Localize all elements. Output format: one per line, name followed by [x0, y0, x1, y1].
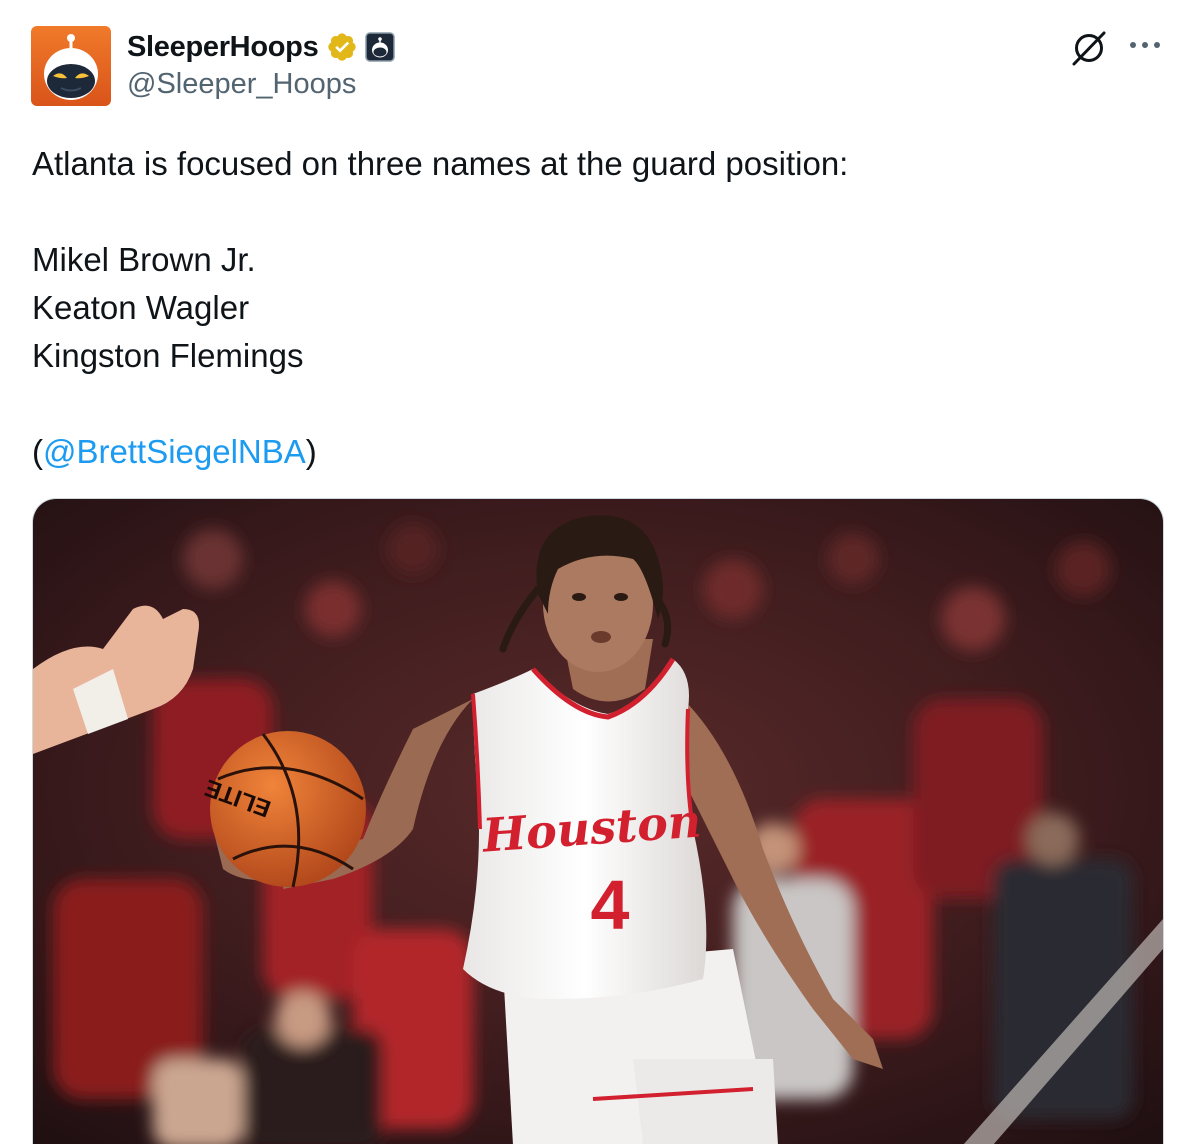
- tweet-text: Atlanta is focused on three names at the…: [32, 140, 1152, 476]
- author-display-name[interactable]: SleeperHoops: [127, 31, 319, 64]
- tweet-card[interactable]: SleeperHoops @Sleeper_Hoops Atlanta is f…: [0, 0, 1188, 1144]
- tweet-line-name-3: Kingston Flemings: [32, 337, 304, 374]
- tweet-line-name-1: Mikel Brown Jr.: [32, 241, 256, 278]
- tweet-line-name-2: Keaton Wagler: [32, 289, 250, 326]
- sleeper-affiliate-badge-icon[interactable]: [365, 32, 396, 62]
- jersey-number: 4: [591, 866, 630, 944]
- avatar[interactable]: [31, 26, 111, 106]
- tweet-media-photo[interactable]: Houston 4 ELITE: [32, 498, 1164, 1144]
- tweet-line-source: (@BrettSiegelNBA): [32, 428, 1152, 476]
- basketball-player-photo: Houston 4 ELITE: [33, 499, 1163, 1144]
- grok-icon[interactable]: [1069, 28, 1109, 68]
- author-name-row: SleeperHoops: [127, 28, 396, 66]
- more-options-icon[interactable]: [1127, 30, 1163, 60]
- tweet-line-intro: Atlanta is focused on three names at the…: [32, 145, 849, 182]
- mention-link[interactable]: @BrettSiegelNBA: [43, 433, 306, 470]
- paren-close: ): [305, 433, 317, 470]
- author-handle[interactable]: @Sleeper_Hoops: [127, 68, 356, 101]
- sleeper-logo-icon: [31, 26, 111, 106]
- gold-verified-badge-icon[interactable]: [326, 31, 358, 63]
- paren-open: (: [32, 433, 43, 470]
